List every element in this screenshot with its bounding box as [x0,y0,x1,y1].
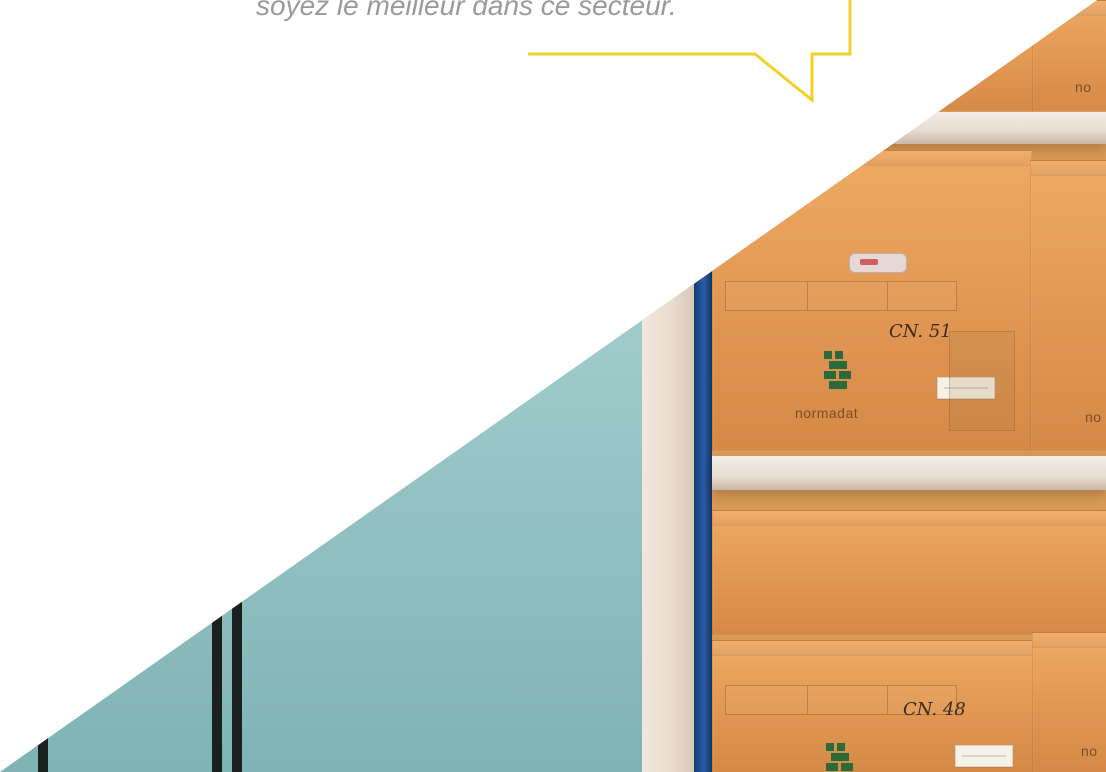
box-lid [779,15,1033,30]
archive-box-second-row-right: no [1030,160,1106,452]
window-frame-vertical-3 [38,720,48,772]
handwritten-label: CN. 51 [889,321,952,342]
box-lid [713,151,1031,166]
normadat-logo-icon-svg [824,351,851,389]
page: soyez le meilleur dans ce secteur. no CN… [0,0,1106,772]
brand-text: normadat [795,405,859,421]
handwritten-label: CN. 48 [903,699,966,720]
box-lid [1033,633,1106,648]
archive-box-bottom-right: no [1032,632,1106,772]
normadat-logo-icon [823,739,857,772]
brand-partial-text: no [1075,79,1092,95]
archive-box-lower-left [712,510,1106,636]
box-lid [713,511,1106,526]
white-pillar [642,0,694,772]
glass-panel [0,0,700,772]
archive-box-top-right: no [1032,0,1106,112]
box-label-panel [949,331,1015,431]
brand-partial-text: no [1081,743,1098,759]
window-frame-vertical-1 [212,560,222,772]
archive-shelves-photo: no CN. 51 normadat no CN. 48 no [0,0,1106,772]
box-lid [1033,1,1106,16]
window-frame-vertical-2 [232,560,242,772]
box-lid [713,641,1033,656]
archive-box-top-left [778,14,1034,112]
shelf-board-top [712,110,1106,144]
brand-partial-text: no [1085,409,1102,425]
box-sticker [955,745,1013,767]
archive-box-bottom-left: CN. 48 [712,640,1034,772]
shelf-board-middle [712,456,1106,490]
quote-text: soyez le meilleur dans ce secteur. [256,0,677,21]
blue-shelf-upright [694,0,712,772]
normadat-logo-icon-svg [826,743,853,771]
box-label-grid [725,281,957,311]
box-handle [849,253,907,273]
normadat-logo-icon [821,347,855,391]
box-lid [1031,161,1106,176]
archive-box-second-row-large: CN. 51 normadat [712,150,1032,452]
